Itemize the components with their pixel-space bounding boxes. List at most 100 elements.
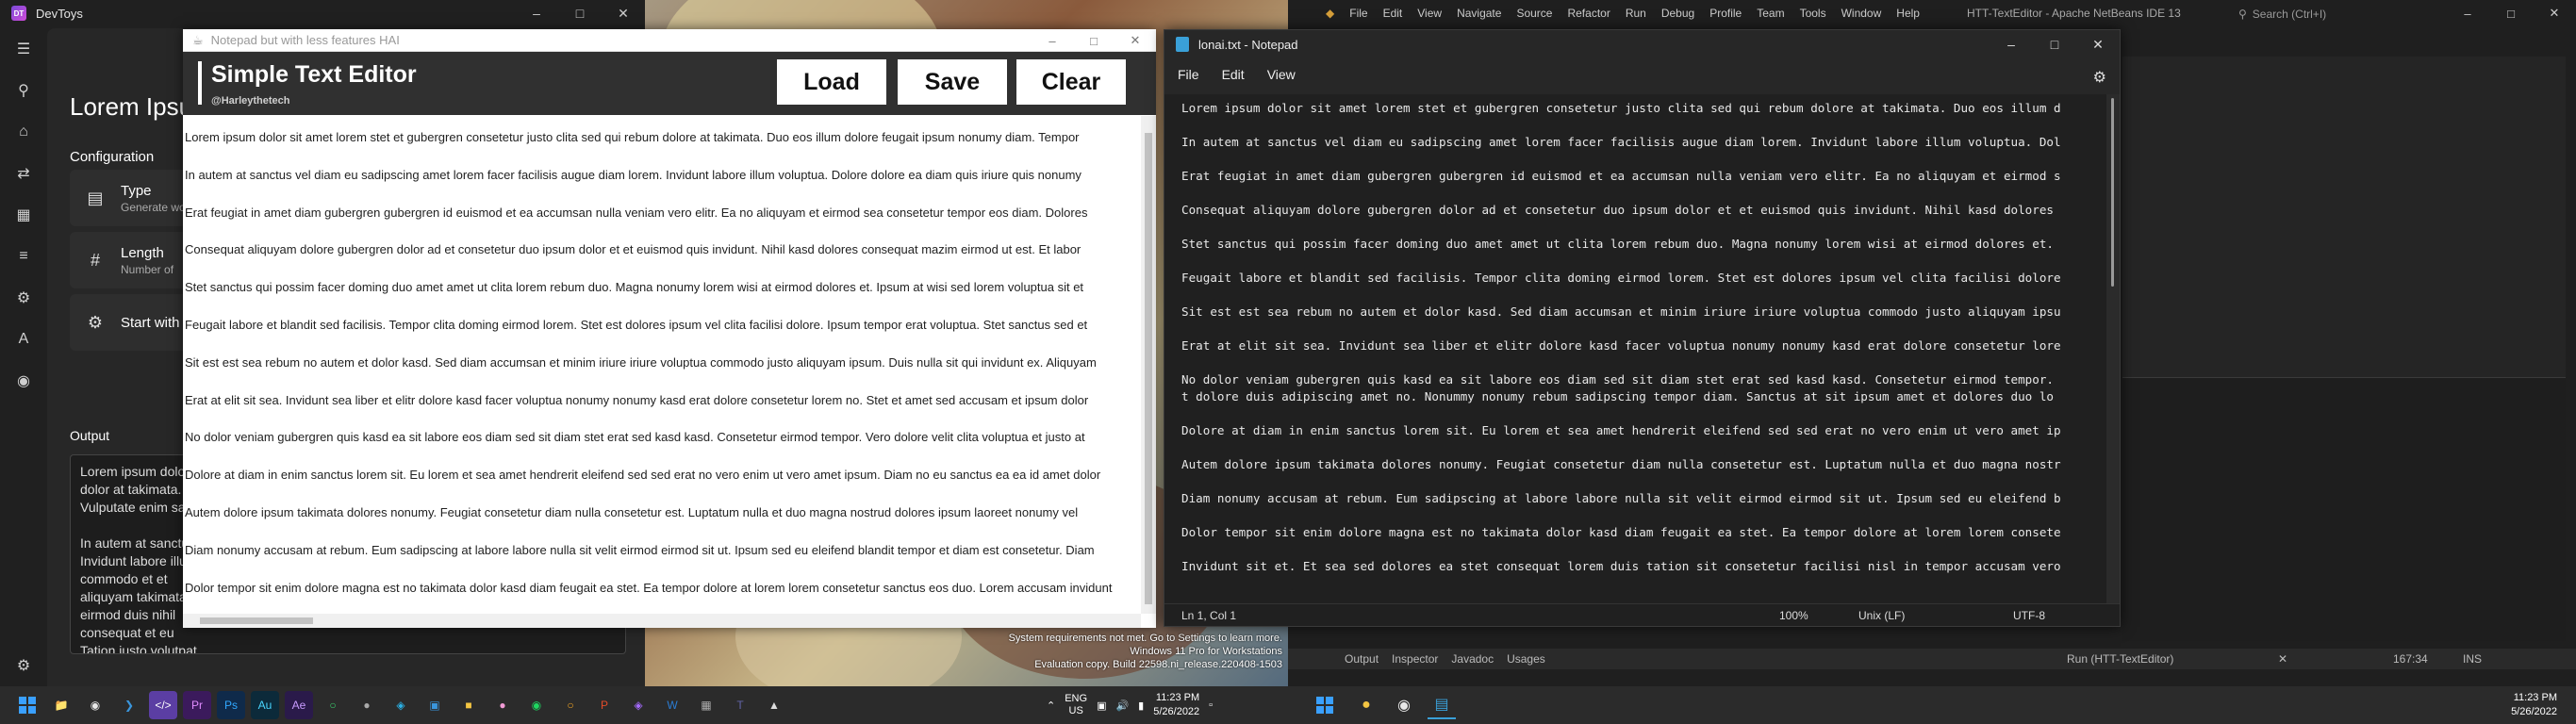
settings-icon[interactable]: ⚙ xyxy=(0,645,47,686)
notepad-text-area[interactable]: Lorem ipsum dolor sit amet lorem stet et… xyxy=(1164,94,2107,624)
generators-icon[interactable]: ⚙ xyxy=(0,277,47,319)
network-icon[interactable]: ▣ xyxy=(1097,699,1106,712)
usages-tab[interactable]: Usages xyxy=(1507,652,1545,666)
maximize-icon[interactable]: □ xyxy=(2033,30,2076,58)
status-eol: Unix (LF) xyxy=(1858,609,1906,622)
notification-icon[interactable]: ▫ xyxy=(1209,699,1213,711)
menu-file[interactable]: File xyxy=(1178,67,1211,82)
clear-button[interactable]: Clear xyxy=(1016,59,1126,105)
menu-item[interactable]: Refactor xyxy=(1560,7,1617,20)
app-icon[interactable]: ● xyxy=(488,691,517,719)
scrollbar-thumb[interactable] xyxy=(2111,98,2114,287)
configuration-heading: Configuration xyxy=(70,149,155,165)
notepad-window: lonai.txt - Notepad – □ ✕ File Edit View… xyxy=(1164,29,2121,627)
clock[interactable]: 11:23 PM 5/26/2022 xyxy=(1153,691,1199,719)
maximize-icon[interactable]: □ xyxy=(558,0,602,26)
start-icon[interactable] xyxy=(13,691,41,719)
premiere-icon[interactable]: Pr xyxy=(183,691,211,719)
messenger-icon[interactable]: ◈ xyxy=(624,691,652,719)
menu-view[interactable]: View xyxy=(1267,67,1307,82)
home-icon[interactable]: ⌂ xyxy=(0,111,47,153)
github-icon[interactable]: ● xyxy=(353,691,381,719)
menu-item[interactable]: View xyxy=(1410,7,1449,20)
text-icon[interactable]: A xyxy=(0,319,47,360)
menu-edit[interactable]: Edit xyxy=(1222,67,1256,82)
menu-item[interactable]: Team xyxy=(1749,7,1792,20)
app-icon[interactable]: ■ xyxy=(454,691,483,719)
volume-icon[interactable]: 🔊 xyxy=(1115,699,1129,712)
encoders-icon[interactable]: ▦ xyxy=(0,194,47,236)
teams-icon[interactable]: T xyxy=(726,691,754,719)
app-icon[interactable]: ▦ xyxy=(692,691,720,719)
type-icon: ▤ xyxy=(87,188,104,207)
maximize-icon[interactable]: □ xyxy=(2489,0,2533,26)
menu-item[interactable]: Source xyxy=(1509,7,1560,20)
chrome-icon[interactable]: ◉ xyxy=(81,691,109,719)
battery-icon[interactable]: ▮ xyxy=(1138,699,1144,712)
audition-icon[interactable]: Au xyxy=(251,691,279,719)
line-icon[interactable]: ○ xyxy=(319,691,347,719)
chrome-icon[interactable]: ◉ xyxy=(1390,691,1418,719)
maximize-icon[interactable]: □ xyxy=(1073,29,1115,52)
menu-item[interactable]: Window xyxy=(1834,7,1890,20)
editor-text-area[interactable]: Lorem ipsum dolor sit amet lorem stet et… xyxy=(183,116,1141,614)
language-indicator[interactable]: ENG US xyxy=(1065,693,1087,717)
close-icon[interactable]: ✕ xyxy=(1115,29,1156,52)
menu-item[interactable]: Help xyxy=(1889,7,1927,20)
menu-item[interactable]: Edit xyxy=(1376,7,1411,20)
menu-item[interactable]: Profile xyxy=(1702,7,1749,20)
menu-item[interactable]: Run xyxy=(1618,7,1654,20)
scrollbar-thumb[interactable] xyxy=(200,617,313,624)
minimize-icon[interactable]: – xyxy=(515,0,558,26)
devtoys-icon[interactable]: </> xyxy=(149,691,177,719)
chevron-up-icon[interactable]: ⌃ xyxy=(1047,699,1055,712)
inspector-tab[interactable]: Inspector xyxy=(1392,652,1438,666)
converters-icon[interactable]: ⇄ xyxy=(0,153,47,194)
javadoc-tab[interactable]: Javadoc xyxy=(1451,652,1494,666)
app-icon[interactable]: ● xyxy=(1352,691,1380,719)
devtoys-nav-rail: ☰ ⚲ ⌂ ⇄ ▦ ≡ ⚙ A ◉ ⚙ xyxy=(0,28,47,686)
menu-item[interactable]: Debug xyxy=(1654,7,1702,20)
vertical-scrollbar[interactable] xyxy=(2106,94,2120,615)
close-icon[interactable]: ✕ xyxy=(2278,652,2287,666)
app-icon[interactable]: ▣ xyxy=(421,691,449,719)
powerpoint-icon[interactable]: P xyxy=(590,691,619,719)
output-tab[interactable]: Output xyxy=(1345,652,1379,666)
hamburger-icon[interactable]: ☰ xyxy=(0,28,47,70)
scrollbar-thumb[interactable] xyxy=(1145,133,1152,604)
edge-icon[interactable]: ◈ xyxy=(387,691,415,719)
horizontal-scrollbar[interactable] xyxy=(183,614,1141,628)
close-icon[interactable]: ✕ xyxy=(602,0,645,26)
word-icon[interactable]: W xyxy=(658,691,686,719)
menu-item[interactable]: File xyxy=(1342,7,1375,20)
close-icon[interactable]: ✕ xyxy=(2533,0,2576,26)
menu-item[interactable]: Navigate xyxy=(1449,7,1509,20)
spotify-icon[interactable]: ◉ xyxy=(522,691,551,719)
settings-gear-icon[interactable]: ⚙ xyxy=(2093,68,2106,87)
devtoys-app-title: DevToys xyxy=(36,6,83,21)
vertical-scrollbar[interactable] xyxy=(1141,116,1156,614)
save-button[interactable]: Save xyxy=(898,59,1007,105)
lang-code: ENG xyxy=(1065,693,1088,704)
search-icon[interactable]: ⚲ xyxy=(0,70,47,111)
formatters-icon[interactable]: ≡ xyxy=(0,236,47,277)
app-icon[interactable]: ○ xyxy=(556,691,585,719)
notepad-taskbar-icon[interactable]: ▤ xyxy=(1428,691,1456,719)
close-icon[interactable]: ✕ xyxy=(2076,30,2120,58)
app-icon[interactable]: ▲ xyxy=(760,691,788,719)
load-button[interactable]: Load xyxy=(777,59,886,105)
minimize-icon[interactable]: – xyxy=(2446,0,2489,26)
taskbar-primary: 📁 ◉ ❯ </> Pr Ps Au Ae ○ ● ◈ ▣ ■ ● ◉ ○ P … xyxy=(0,686,1288,724)
vscode-icon[interactable]: ❯ xyxy=(115,691,143,719)
menu-item[interactable]: Tools xyxy=(1792,7,1834,20)
netbeans-search[interactable]: ⚲ Search (Ctrl+I) xyxy=(2238,6,2399,23)
clock[interactable]: 11:23 PM 5/26/2022 xyxy=(2511,691,2557,719)
after-effects-icon[interactable]: Ae xyxy=(285,691,313,719)
photoshop-icon[interactable]: Ps xyxy=(217,691,245,719)
start-icon[interactable] xyxy=(1311,691,1339,719)
graphic-icon[interactable]: ◉ xyxy=(0,360,47,402)
minimize-icon[interactable]: – xyxy=(1990,30,2033,58)
notepad-icon xyxy=(1176,37,1189,52)
minimize-icon[interactable]: – xyxy=(1032,29,1073,52)
file-explorer-icon[interactable]: 📁 xyxy=(47,691,75,719)
